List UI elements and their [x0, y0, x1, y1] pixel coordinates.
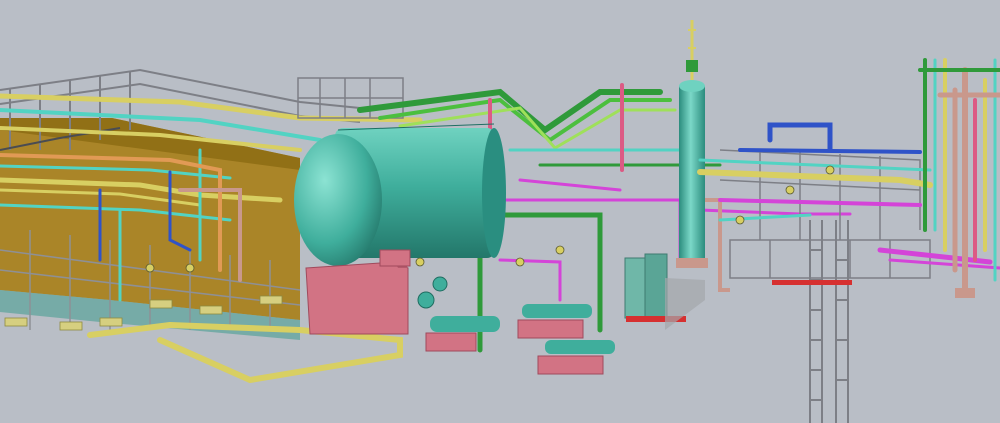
plant-3d-model-view: [0, 0, 1000, 423]
red-grating: [772, 280, 852, 285]
horizontal-drum-vessel: [294, 123, 506, 266]
